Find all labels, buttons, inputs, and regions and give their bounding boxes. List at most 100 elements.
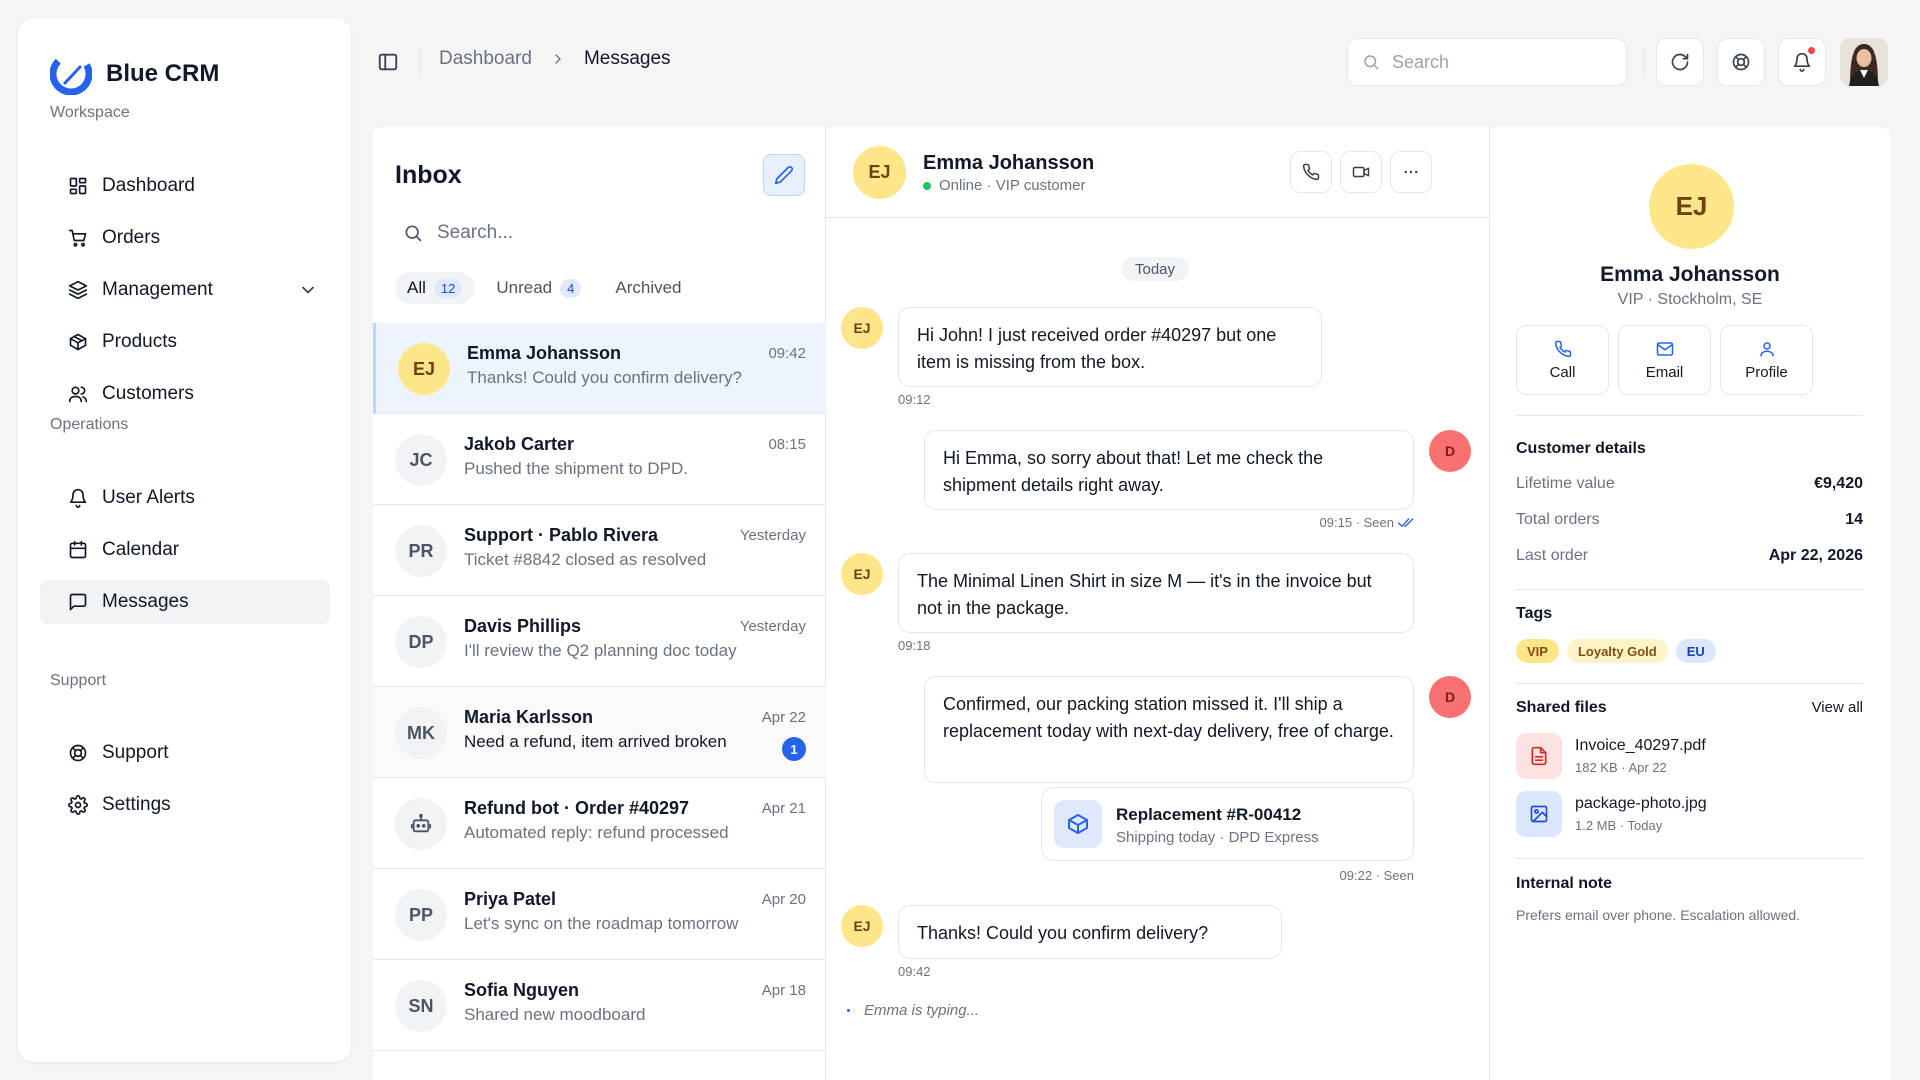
- chevron-down-icon[interactable]: [298, 280, 318, 300]
- conversation-time: Apr 18: [761, 982, 806, 999]
- conversation-preview: Let's sync on the roadmap tomorrow: [464, 914, 739, 933]
- tag-list: VIP Loyalty Gold EU: [1516, 639, 1716, 663]
- sidebar-item-dashboard[interactable]: Dashboard: [40, 164, 330, 208]
- file-name: package-photo.jpg: [1575, 795, 1707, 812]
- mail-icon: [1656, 340, 1674, 358]
- filter-unread[interactable]: Unread 4: [484, 272, 593, 304]
- refresh-button[interactable]: [1656, 38, 1704, 86]
- conversation-item[interactable]: SN Sofia Nguyen Shared new moodboard Apr…: [373, 960, 826, 1051]
- help-button[interactable]: [1717, 38, 1765, 86]
- customer-email-button[interactable]: Email: [1618, 325, 1711, 395]
- conversation-item[interactable]: DP Davis Phillips I'll review the Q2 pla…: [373, 596, 826, 687]
- avatar: EJ: [398, 343, 450, 395]
- sidebar-item-settings[interactable]: Settings: [40, 783, 330, 827]
- bell-icon: [68, 488, 88, 508]
- video-icon: [1352, 163, 1370, 181]
- message-time: 09:12: [898, 392, 931, 407]
- avatar: DP: [395, 616, 447, 668]
- call-button[interactable]: [1290, 151, 1332, 193]
- breadcrumb-messages: Messages: [583, 48, 671, 69]
- conversation-item[interactable]: JC Jakob Carter Pushed the shipment to D…: [373, 414, 826, 505]
- header-search[interactable]: [1347, 38, 1627, 86]
- conversation-item[interactable]: PP Priya Patel Let's sync on the roadmap…: [373, 869, 826, 960]
- view-all-link[interactable]: View all: [1812, 699, 1863, 716]
- inbox-search[interactable]: [403, 222, 797, 244]
- toggle-sidebar-button[interactable]: [364, 38, 412, 86]
- file-item[interactable]: package-photo.jpg 1.2 MB · Today: [1516, 791, 1863, 839]
- sidebar-toggle-icon: [377, 51, 399, 73]
- customer-call-button[interactable]: Call: [1516, 325, 1609, 395]
- sidebar-item-messages[interactable]: Messages: [40, 580, 330, 624]
- ellipsis-icon: [1402, 163, 1420, 181]
- detail-label: Lifetime value: [1516, 475, 1615, 492]
- chat-header: EJ Emma Johansson Online · VIP customer: [826, 127, 1490, 218]
- inbox-search-input[interactable]: [437, 222, 797, 244]
- search-input[interactable]: [1392, 51, 1592, 73]
- brand-name: Blue CRM: [106, 60, 220, 87]
- conversation-preview: I'll review the Q2 planning doc today: [464, 641, 737, 660]
- conversation-preview: Ticket #8842 closed as resolved: [464, 550, 707, 569]
- inbox-column: Inbox All 12 Unread 4 Archived EJ Emma: [373, 127, 826, 1080]
- sidebar-item-calendar[interactable]: Calendar: [40, 528, 330, 572]
- refresh-icon: [1670, 52, 1690, 72]
- conversation-time: Apr 21: [761, 800, 806, 817]
- message-bubble: Hi John! I just received order #40297 bu…: [898, 307, 1322, 387]
- sidebar-item-label: Settings: [102, 794, 171, 815]
- notifications-button[interactable]: [1778, 38, 1826, 86]
- conversation-time: Apr 22: [761, 709, 806, 726]
- video-call-button[interactable]: [1340, 151, 1382, 193]
- file-image-icon: [1516, 791, 1562, 837]
- tag[interactable]: EU: [1675, 639, 1716, 663]
- sidebar-item-management[interactable]: Management: [40, 268, 330, 312]
- order-attachment-card[interactable]: Replacement #R-00412 Shipping today · DP…: [1041, 787, 1414, 861]
- online-indicator: [923, 181, 931, 190]
- package-icon: [1054, 800, 1102, 848]
- sidebar-item-support[interactable]: Support: [40, 731, 330, 775]
- nav-section-operations: Operations: [50, 416, 129, 433]
- brand[interactable]: Blue CRM: [50, 53, 219, 95]
- filter-archived[interactable]: Archived: [603, 272, 693, 304]
- sidebar-item-label: Calendar: [102, 539, 180, 560]
- tag[interactable]: VIP: [1516, 639, 1559, 663]
- chat-contact-name: Emma Johansson: [923, 152, 1095, 174]
- conversation-item[interactable]: MK Maria Karlsson Need a refund, item ar…: [373, 687, 826, 778]
- chevron-right-icon: [550, 51, 566, 67]
- file-item[interactable]: Invoice_40297.pdf 182 KB · Apr 22: [1516, 733, 1863, 781]
- conversation-item[interactable]: Refund bot · Order #40297 Automated repl…: [373, 778, 826, 869]
- conversation-item[interactable]: EJ Emma Johansson Thanks! Could you conf…: [373, 323, 826, 414]
- conversation-name: Jakob Carter: [464, 434, 575, 454]
- tag[interactable]: Loyalty Gold: [1566, 639, 1668, 663]
- file-meta: 182 KB · Apr 22: [1575, 760, 1667, 775]
- conversation-item[interactable]: PR Support · Pablo Rivera Ticket #8842 c…: [373, 505, 826, 596]
- compose-button[interactable]: [763, 154, 805, 196]
- attachment-title: Replacement #R-00412: [1116, 805, 1302, 824]
- message-icon: [68, 592, 88, 612]
- customer-profile-button[interactable]: Profile: [1720, 325, 1813, 395]
- attachment-subtitle: Shipping today · DPD Express: [1116, 829, 1319, 846]
- sidebar-item-orders[interactable]: Orders: [40, 216, 330, 260]
- internal-note-text: Prefers email over phone. Escalation all…: [1516, 907, 1801, 923]
- filter-label: All: [407, 278, 426, 297]
- message-time: 09:18: [898, 638, 931, 653]
- detail-label: Total orders: [1516, 511, 1600, 528]
- sidebar-item-customers[interactable]: Customers: [40, 372, 330, 416]
- divider: [1516, 589, 1863, 590]
- avatar: EJ: [853, 146, 906, 199]
- sidebar-item-user-alerts[interactable]: User Alerts: [40, 476, 330, 520]
- file-pdf-icon: [1516, 733, 1562, 779]
- customer-subtitle: VIP · Stockholm, SE: [1617, 291, 1763, 308]
- layers-icon: [68, 280, 88, 300]
- sidebar-item-products[interactable]: Products: [40, 320, 330, 364]
- avatar: [395, 798, 447, 850]
- logo-icon: [50, 53, 92, 95]
- sidebar-item-label: Messages: [102, 591, 189, 612]
- day-separator: Today: [1121, 257, 1190, 281]
- conversation-name: Priya Patel: [464, 889, 557, 909]
- conversation-list: EJ Emma Johansson Thanks! Could you conf…: [373, 323, 826, 1051]
- tags-title: Tags: [1516, 605, 1553, 622]
- conversation-time: 08:15: [768, 436, 806, 453]
- breadcrumb-dashboard[interactable]: Dashboard: [439, 48, 532, 70]
- user-avatar[interactable]: [1840, 38, 1888, 86]
- more-options-button[interactable]: [1390, 151, 1432, 193]
- filter-all[interactable]: All 12: [395, 272, 475, 304]
